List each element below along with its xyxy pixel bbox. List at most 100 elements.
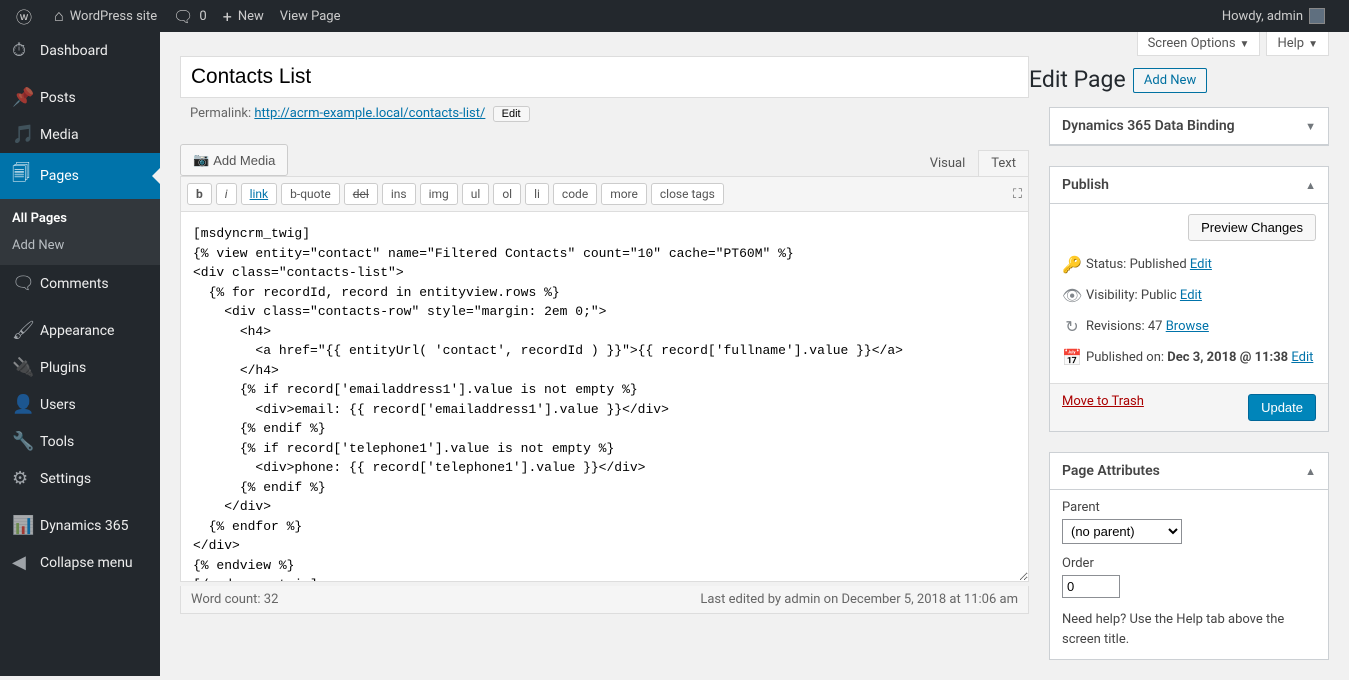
caret-up-icon[interactable]: ▲ (1305, 465, 1316, 478)
pin-icon: 📌 (12, 87, 32, 108)
menu-comments-label: Comments (40, 276, 109, 292)
menu-plugins-label: Plugins (40, 360, 86, 376)
quicktag-link[interactable]: link (241, 183, 278, 205)
new-content[interactable]: + New (215, 0, 272, 32)
plug-icon: 🔌 (12, 357, 32, 378)
visibility-edit-link[interactable]: Edit (1180, 288, 1202, 303)
quicktag-ol[interactable]: ol (493, 183, 521, 205)
add-media-label: Add Media (213, 153, 275, 168)
parent-select[interactable]: (no parent) (1062, 519, 1182, 544)
post-title-input[interactable] (180, 56, 1029, 98)
order-input[interactable] (1062, 575, 1120, 598)
revisions-value: 47 (1148, 319, 1163, 334)
wrench-icon: 🔧 (12, 431, 32, 452)
databinding-title: Dynamics 365 Data Binding (1062, 118, 1305, 134)
brush-icon: 🖌 (12, 320, 32, 341)
menu-pages[interactable]: 🗐Pages (0, 153, 160, 199)
menu-collapse-label: Collapse menu (40, 555, 133, 571)
visual-tab[interactable]: Visual (917, 150, 979, 176)
avatar (1309, 8, 1325, 24)
plus-icon: + (223, 7, 232, 26)
order-label: Order (1062, 556, 1316, 571)
chart-icon: 📊 (12, 515, 32, 536)
help-tab[interactable]: Help▼ (1266, 32, 1329, 56)
help-label: Help (1277, 36, 1304, 51)
quicktag-closetags[interactable]: close tags (651, 183, 724, 205)
wp-logo[interactable]: ⓦ (8, 0, 46, 32)
comments-count[interactable]: 🗨0 (165, 0, 215, 32)
caret-down-icon[interactable]: ▼ (1305, 120, 1316, 133)
text-tab[interactable]: Text (978, 150, 1029, 176)
menu-users-label: Users (40, 397, 76, 413)
add-new-button[interactable]: Add New (1133, 68, 1207, 93)
menu-media[interactable]: 🎵Media (0, 116, 160, 153)
menu-appearance-label: Appearance (40, 323, 114, 339)
submenu-add-new[interactable]: Add New (0, 232, 160, 259)
quicktag-ins[interactable]: ins (382, 183, 416, 205)
status-edit-link[interactable]: Edit (1190, 257, 1212, 272)
content-textarea[interactable] (180, 212, 1029, 582)
move-to-trash-link[interactable]: Move to Trash (1062, 394, 1144, 421)
menu-plugins[interactable]: 🔌 Plugins (0, 349, 160, 386)
publish-box-header[interactable]: Publish ▲ (1050, 167, 1328, 204)
menu-collapse[interactable]: ◀Collapse menu (0, 544, 160, 581)
databinding-box-header[interactable]: Dynamics 365 Data Binding ▼ (1050, 108, 1328, 145)
quicktag-italic[interactable]: i (216, 183, 237, 205)
visibility-label: Visibility: (1086, 288, 1138, 303)
menu-appearance[interactable]: 🖌 Appearance (0, 312, 160, 349)
quicktag-bold[interactable]: b (187, 183, 212, 205)
caret-up-icon[interactable]: ▲ (1305, 179, 1316, 192)
quicktag-more[interactable]: more (601, 183, 647, 205)
quicktag-ul[interactable]: ul (462, 183, 490, 205)
page-attributes-header[interactable]: Page Attributes ▲ (1050, 453, 1328, 490)
menu-posts[interactable]: 📌 Posts (0, 79, 160, 116)
page-heading: Edit Page (1029, 66, 1126, 93)
eye-icon: 👁 (1062, 286, 1082, 305)
update-button[interactable]: Update (1248, 394, 1316, 421)
permalink-edit-button[interactable]: Edit (493, 106, 530, 122)
fullscreen-icon[interactable]: ⛶ (1013, 187, 1022, 202)
camera-icon: 📷 (193, 152, 209, 168)
screen-options-tab[interactable]: Screen Options ▼ (1137, 32, 1261, 56)
comment-icon: 🗨 (12, 273, 32, 294)
published-label: Published on: (1086, 350, 1164, 365)
menu-dashboard-label: Dashboard (40, 43, 108, 59)
new-label: New (238, 9, 264, 24)
published-edit-link[interactable]: Edit (1291, 350, 1313, 365)
menu-dashboard[interactable]: ⏱ Dashboard (0, 32, 160, 69)
revisions-browse-link[interactable]: Browse (1166, 319, 1209, 334)
menu-tools[interactable]: 🔧Tools (0, 423, 160, 460)
key-icon: 🔑 (1062, 255, 1082, 274)
screen-options-label: Screen Options (1148, 36, 1236, 51)
wordpress-icon: ⓦ (16, 4, 32, 28)
menu-posts-label: Posts (40, 90, 76, 106)
site-name[interactable]: ⌂WordPress site (46, 0, 165, 32)
quicktag-img[interactable]: img (420, 183, 458, 205)
menu-dynamics[interactable]: 📊Dynamics 365 (0, 507, 160, 544)
quicktag-blockquote[interactable]: b-quote (281, 183, 340, 205)
comments-count-value: 0 (199, 9, 206, 24)
caret-down-icon: ▼ (1240, 39, 1250, 50)
submenu-all-pages[interactable]: All Pages (0, 205, 160, 232)
quicktag-li[interactable]: li (525, 183, 549, 205)
view-page-link[interactable]: View Page (272, 0, 349, 32)
quicktag-code[interactable]: code (553, 183, 597, 205)
calendar-icon: 📅 (1062, 348, 1082, 367)
menu-pages-label: Pages (40, 168, 79, 184)
quicktag-del[interactable]: del (344, 183, 378, 205)
user-icon: 👤 (12, 394, 32, 415)
permalink-url[interactable]: http://acrm-example.local/contacts-list/ (254, 106, 485, 121)
menu-comments[interactable]: 🗨 Comments (0, 265, 160, 302)
media-icon: 🎵 (12, 124, 32, 145)
preview-changes-button[interactable]: Preview Changes (1188, 214, 1316, 241)
parent-label: Parent (1062, 500, 1316, 515)
dashboard-icon: ⏱ (12, 40, 32, 61)
add-media-button[interactable]: 📷 Add Media (180, 144, 288, 176)
my-account[interactable]: Howdy, admin (1214, 0, 1333, 32)
menu-users[interactable]: 👤 Users (0, 386, 160, 423)
publish-title: Publish (1062, 177, 1305, 193)
word-count: Word count: 32 (191, 592, 278, 607)
last-edited: Last edited by admin on December 5, 2018… (700, 592, 1018, 607)
revisions-icon: ↻ (1062, 317, 1082, 336)
menu-settings[interactable]: ⚙Settings (0, 460, 160, 497)
